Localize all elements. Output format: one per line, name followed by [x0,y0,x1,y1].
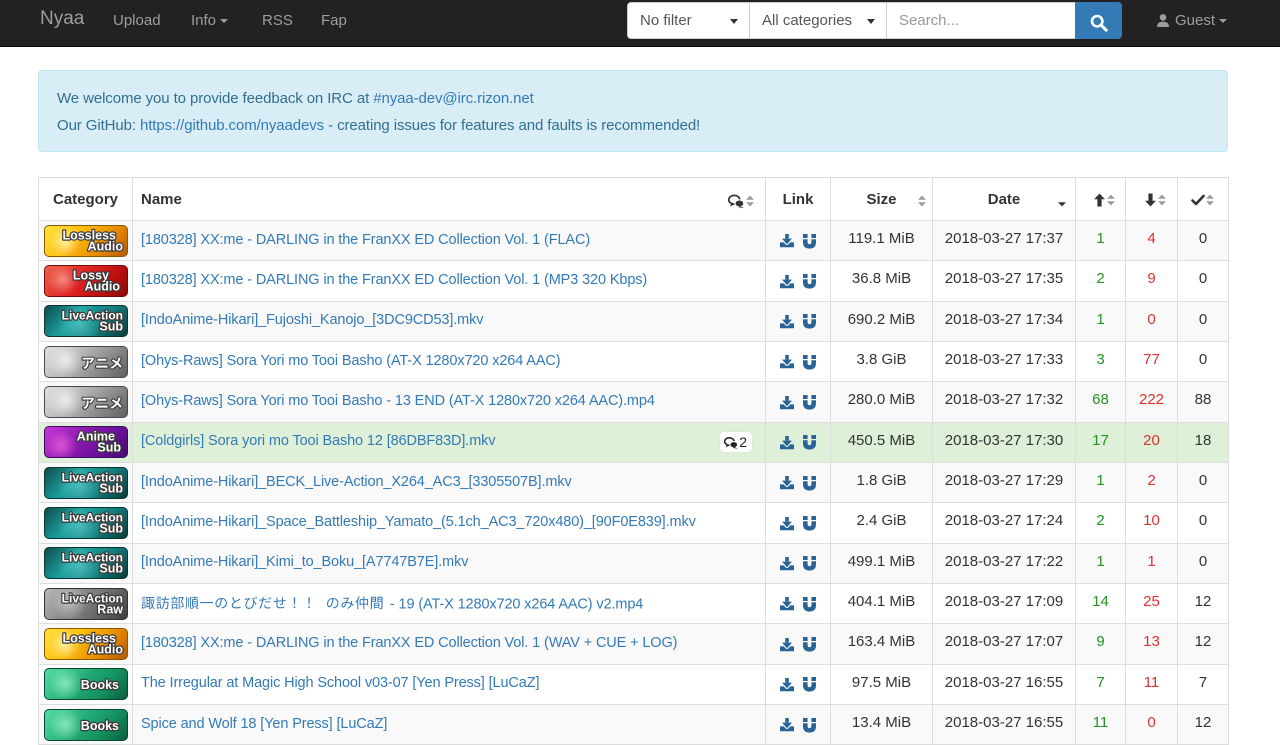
svg-text:Audio: Audio [84,280,120,294]
svg-text:Raw: Raw [97,602,123,616]
svg-text:Audio: Audio [87,643,123,657]
svg-text:Sub: Sub [99,320,123,334]
svg-text:Sub: Sub [99,522,123,536]
svg-text:Books: Books [80,678,118,692]
svg-text:Sub: Sub [99,562,123,576]
svg-text:Audio: Audio [87,239,123,253]
svg-text:Sub: Sub [99,481,123,495]
svg-text:Books: Books [80,719,118,733]
svg-text:Sub: Sub [97,441,121,455]
